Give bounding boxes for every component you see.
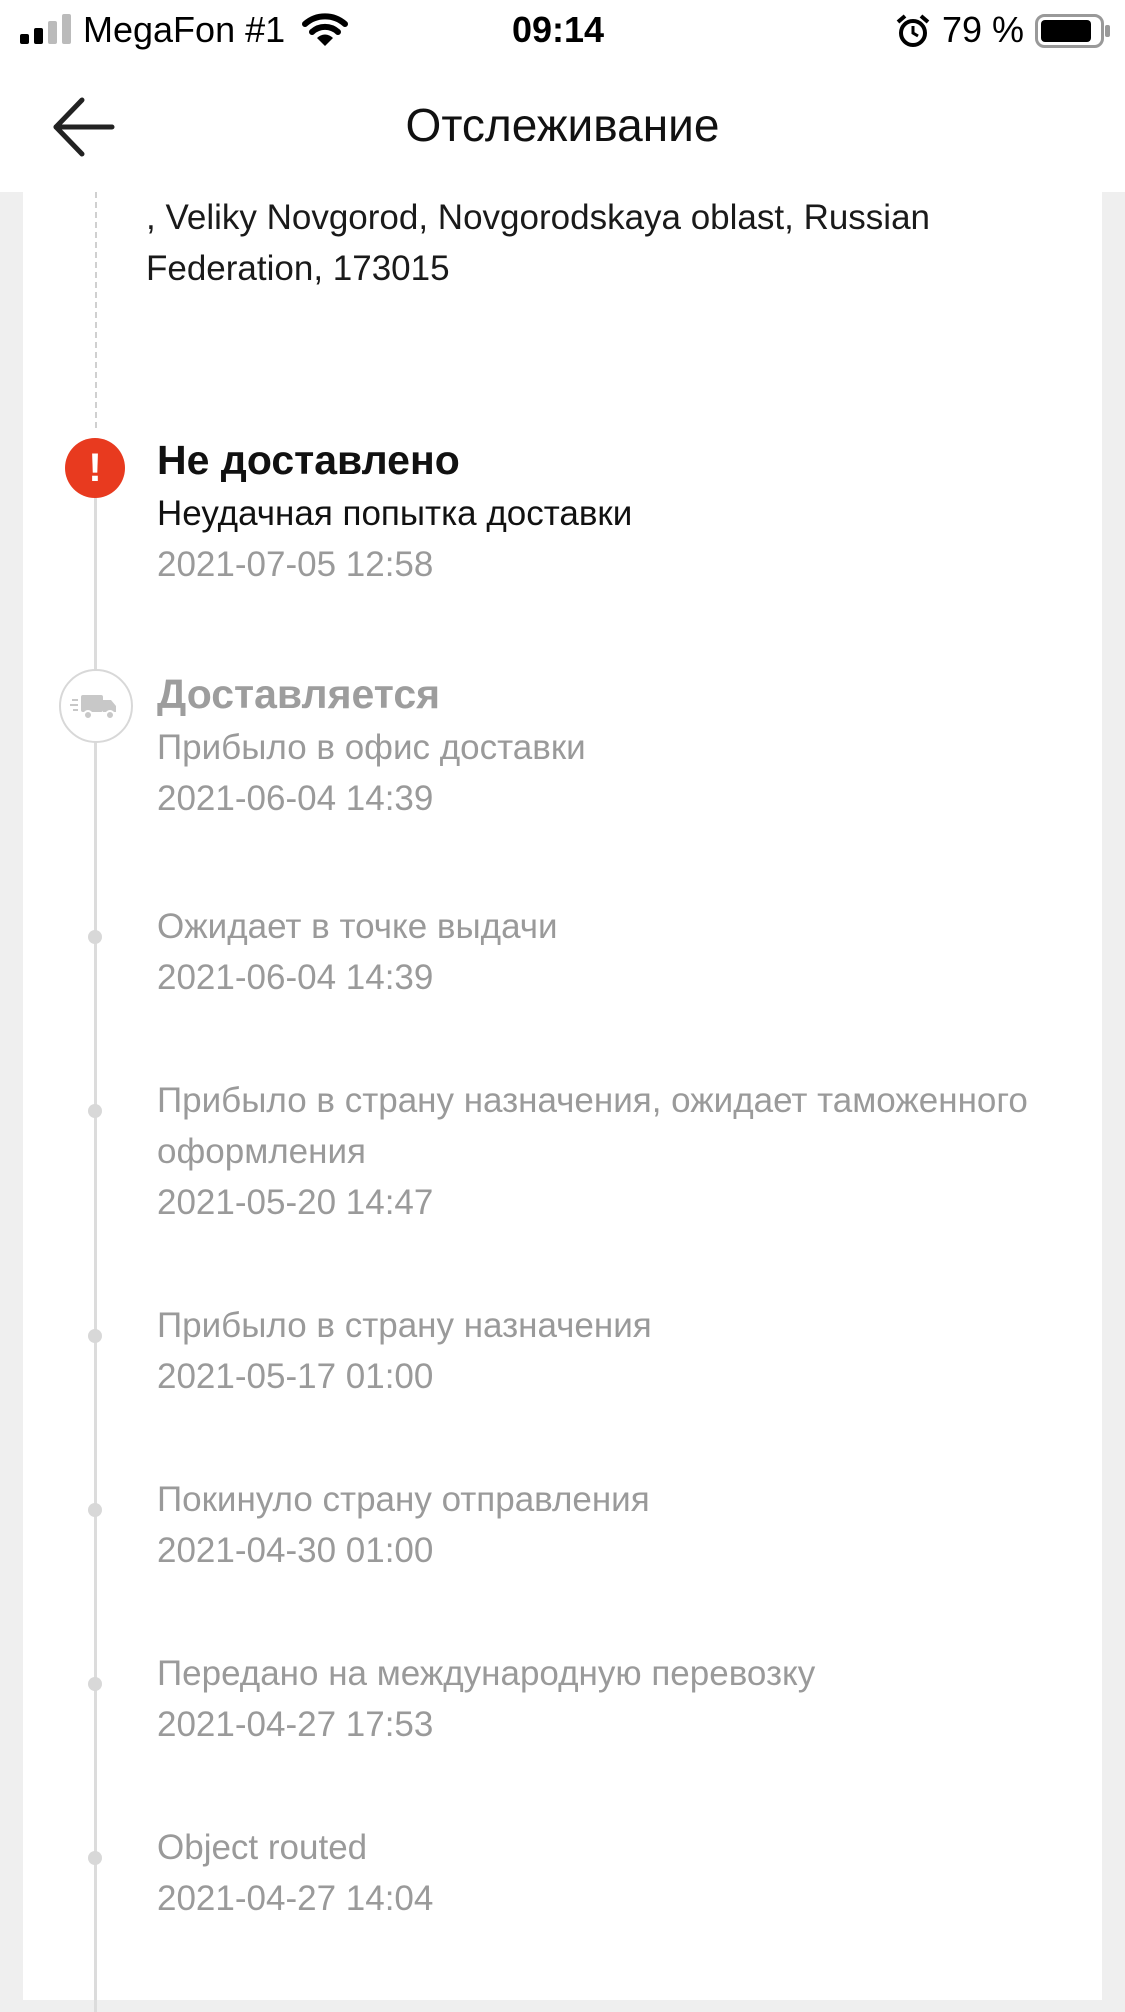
timeline-event: Ожидает в точке выдачи 2021-06-04 14:39	[157, 901, 1057, 1003]
event-description: Прибыло в страну назначения	[157, 1306, 652, 1345]
event-description: Покинуло страну отправления	[157, 1480, 650, 1519]
timeline-line-dashed	[95, 192, 97, 428]
timeline-event: Прибыло в страну назначения 2021-05-17 0…	[157, 1300, 1057, 1402]
event-status-title: Доставляется	[157, 671, 441, 717]
event-time: 2021-05-20 14:47	[157, 1183, 434, 1222]
timeline-event: Прибыло в страну назначения, ожидает там…	[157, 1075, 1057, 1228]
app-header: Отслеживание	[0, 62, 1125, 192]
event-time: 2021-06-04 14:39	[157, 958, 434, 997]
event-description: Прибыло в офис доставки	[157, 728, 586, 767]
carrier-name: MegaFon #1	[83, 9, 286, 50]
timeline-event: Передано на международную перевозку 2021…	[157, 1648, 1057, 1750]
event-description: Object routed	[157, 1828, 368, 1867]
timeline-dot	[88, 1851, 102, 1865]
timeline-event: Доставляется Прибыло в офис доставки 202…	[157, 666, 1057, 824]
wifi-icon	[302, 13, 348, 46]
tracking-card: , Veliky Novgorod, Novgorodskaya oblast,…	[23, 192, 1102, 2012]
event-description: Прибыло в страну назначения, ожидает там…	[157, 1081, 1028, 1171]
event-status-title: Не доставлено	[157, 437, 460, 483]
timeline-dot	[88, 930, 102, 944]
battery-icon	[1035, 14, 1110, 48]
timeline-event: Не доставлено Неудачная попытка доставки…	[157, 432, 1057, 590]
timeline-event: Object routed 2021-04-27 14:04	[157, 1822, 1057, 1924]
event-time: 2021-07-05 12:58	[157, 545, 434, 584]
event-time: 2021-04-27 14:04	[157, 1879, 434, 1918]
event-description: Передано на международную перевозку	[157, 1654, 816, 1693]
cellular-signal-icon	[20, 14, 71, 44]
timeline-dot	[88, 1503, 102, 1517]
alert-icon: !	[65, 438, 125, 498]
event-description: Ожидает в точке выдачи	[157, 907, 558, 946]
status-bar: MegaFon #1 09:14 79 %	[0, 0, 1125, 62]
timeline-dot	[88, 1104, 102, 1118]
delivery-address: , Veliky Novgorod, Novgorodskaya oblast,…	[146, 198, 931, 288]
event-time: 2021-05-17 01:00	[157, 1357, 434, 1396]
event-time: 2021-06-04 14:39	[157, 779, 434, 818]
clock-time: 09:14	[512, 9, 605, 50]
battery-percent: 79 %	[942, 9, 1025, 50]
event-description: Неудачная попытка доставки	[157, 494, 633, 533]
truck-icon	[59, 669, 133, 743]
event-time: 2021-04-27 17:53	[157, 1705, 434, 1744]
timeline-event: Покинуло страну отправления 2021-04-30 0…	[157, 1474, 1057, 1576]
timeline-dot	[88, 1329, 102, 1343]
alarm-icon	[896, 14, 930, 47]
timeline-dot	[88, 1677, 102, 1691]
event-time: 2021-04-30 01:00	[157, 1531, 434, 1570]
page-title: Отслеживание	[405, 99, 720, 151]
